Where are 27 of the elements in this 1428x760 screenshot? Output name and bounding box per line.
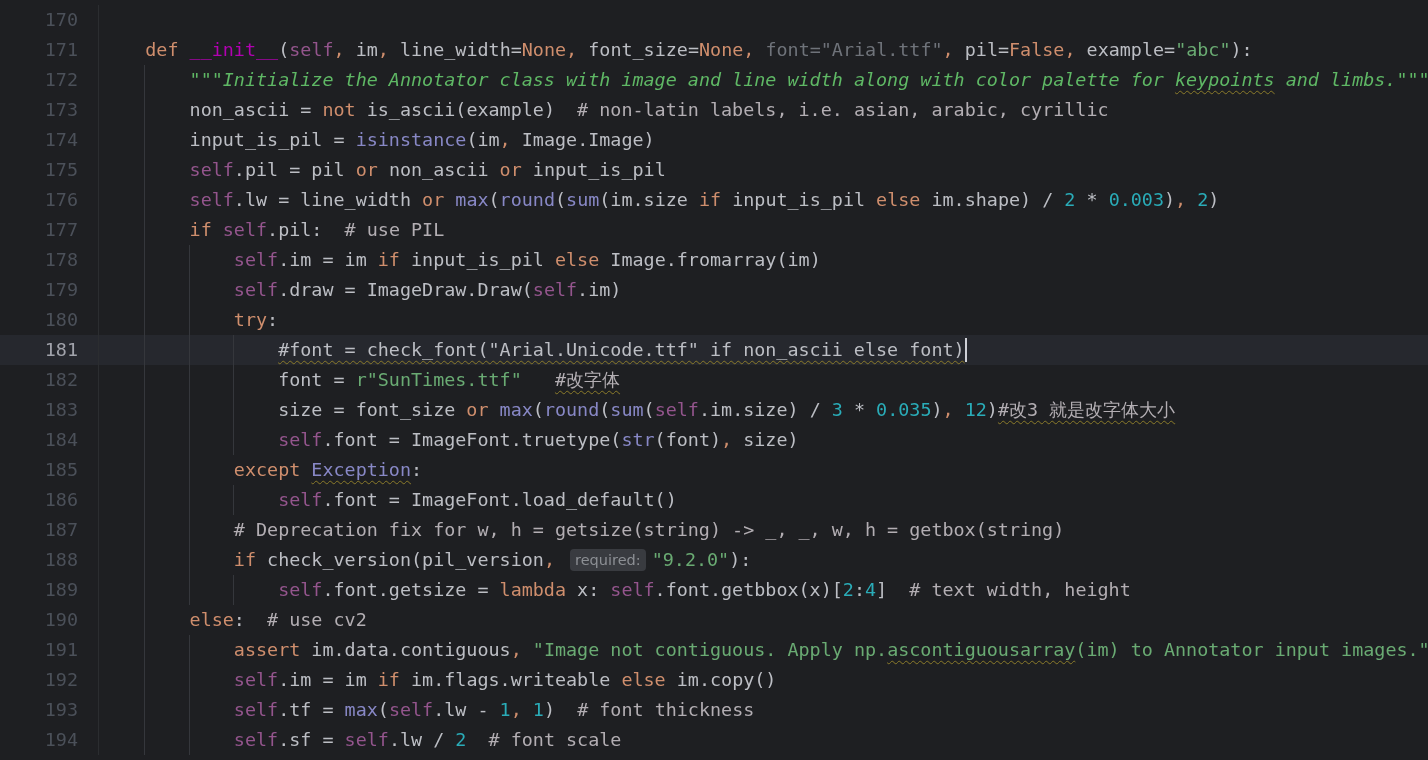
code-line: else: # use cv2 [189, 609, 367, 631]
inlay-hint: required: [570, 549, 646, 571]
code-line: if check_version(pil_version, [233, 549, 556, 571]
line-number: 181 [44, 339, 78, 361]
code-line: #font = check_font("Arial.Unicode.ttf" if non_ascii else font) [278, 339, 965, 361]
code-line: font = r"SunTimes.ttf" #改字体 [278, 369, 621, 391]
code-line: def __init__(self, im, line_width=None, font_size=None, font="Arial.ttf", pil=False, example="abc"): [145, 39, 1253, 61]
code-line: except Exception: [233, 459, 423, 481]
code-line: self.font = ImageFont.load_default() [278, 489, 677, 511]
code-line: try: [233, 309, 279, 331]
code-line: input_is_pil = isinstance(im, Image.Image) [189, 129, 655, 151]
code-line: self.im = im if im.flags.writeable else im.copy() [233, 669, 777, 691]
code-line: self.font = ImageFont.truetype(str(font), size) [278, 429, 799, 451]
code-line: if self.pil: # use PIL [189, 219, 445, 241]
code-line: self.tf = max(self.lw - 1, 1) # font thickness [233, 699, 755, 721]
code-line: # Deprecation fix for w, h = getsize(string) -> _, _, w, h = getbox(string) [233, 519, 1065, 541]
code-line: """Initialize the Annotator class with image and line width along with color palette for keypoints and limbs.""" [189, 69, 1428, 91]
code-line: non_ascii = not is_ascii(example) # non-latin labels, i.e. asian, arabic, cyrillic [189, 99, 1109, 121]
code-line: assert im.data.contiguous, "Image not contiguous. Apply np.ascontiguousarray(im) to Annotator input images." [233, 639, 1428, 661]
code-line: self.lw = line_width or max(round(sum(im.size if input_is_pil else im.shape) / 2 * 0.003), 2) [189, 189, 1220, 211]
code-line: self.sf = self.lw / 2 # font scale [233, 729, 622, 751]
code-line: "9.2.0"): [651, 549, 752, 571]
code-line: self.draw = ImageDraw.Draw(self.im) [233, 279, 622, 301]
code-line: self.font.getsize = lambda x: self.font.getbbox(x)[2:4] # text width, height [278, 579, 1131, 601]
code-line: self.pil = pil or non_ascii or input_is_pil [189, 159, 666, 181]
code-line: self.im = im if input_is_pil else Image.fromarray(im) [233, 249, 821, 271]
code-line: size = font_size or max(round(sum(self.im.size) / 3 * 0.035), 12)#改3 就是改字体大小 [278, 399, 1176, 421]
